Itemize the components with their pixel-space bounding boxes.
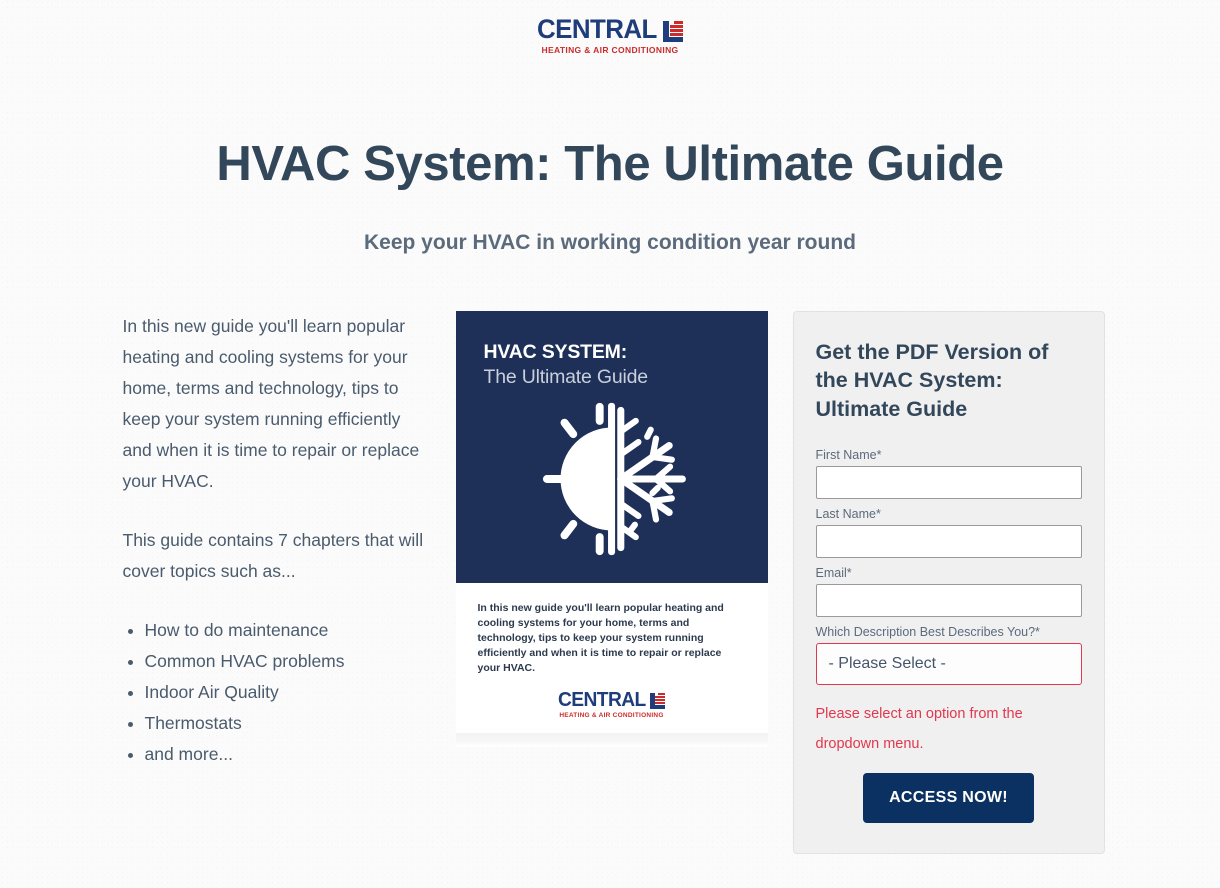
select-error-message: Please select an option from the dropdow…: [815, 706, 1023, 753]
description-field-group: Which Description Best Describes You?* -…: [815, 624, 1082, 686]
lead-capture-form: Get the PDF Version of the HVAC System: …: [792, 310, 1105, 855]
ebook-cover-image: HVAC SYSTEM: The Ultimate Guide In this …: [455, 310, 768, 748]
brand-tagline: HEATING & AIR CONDITIONING: [541, 45, 679, 55]
last-name-input[interactable]: [815, 525, 1082, 559]
page-title: HVAC System: The Ultimate Guide: [216, 136, 1004, 191]
list-item: Thermostats: [127, 708, 424, 739]
description-paragraph-2: This guide contains 7 chapters that will…: [122, 529, 424, 581]
list-item: How to do maintenance: [127, 615, 424, 646]
ebook-cover-bottom: In this new guide you'll learn popular h…: [455, 582, 768, 734]
last-name-label: Last Name*: [815, 507, 881, 522]
form-heading: Get the PDF Version of the HVAC System: …: [815, 339, 1049, 421]
central-logo-mark-icon: [650, 692, 666, 709]
ebook-title-line-2: The Ultimate Guide: [483, 366, 649, 389]
central-logo-mark-icon: [662, 21, 683, 42]
list-item: Common HVAC problems: [127, 646, 424, 677]
ebook-title-line-1: HVAC SYSTEM:: [483, 340, 628, 363]
brand-logo-top: CENTRAL: [537, 16, 683, 43]
submit-row: ACCESS NOW!: [816, 773, 1082, 824]
email-field-group: Email*: [815, 565, 1082, 618]
description-select[interactable]: - Please Select -: [815, 643, 1082, 686]
sun-snowflake-icon: [524, 391, 700, 572]
email-label: Email*: [815, 566, 852, 581]
topics-list: How to do maintenance Common HVAC proble…: [123, 615, 424, 770]
list-item: Indoor Air Quality: [127, 677, 424, 708]
last-name-field-group: Last Name*: [815, 506, 1082, 559]
first-name-field-group: First Name*: [815, 447, 1082, 500]
ebook-brand-tagline: HEATING & AIR CONDITIONING: [559, 711, 664, 719]
ebook-cover-shadow: [455, 733, 768, 748]
page-subtitle: Keep your HVAC in working condition year…: [364, 231, 856, 255]
email-input[interactable]: [815, 584, 1082, 618]
first-name-label: First Name*: [815, 448, 882, 463]
description-column: In this new guide you'll learn popular h…: [116, 311, 436, 770]
hero-section: HVAC System: The Ultimate Guide Keep you…: [0, 137, 1220, 257]
description-paragraph-1: In this new guide you'll learn popular h…: [122, 315, 420, 491]
form-column: Get the PDF Version of the HVAC System: …: [792, 310, 1105, 855]
ebook-blurb: In this new guide you'll learn popular h…: [477, 601, 724, 674]
ebook-cover-column: HVAC SYSTEM: The Ultimate Guide In this …: [455, 310, 768, 748]
ebook-cover-top: HVAC SYSTEM: The Ultimate Guide: [455, 310, 768, 583]
list-item: and more...: [127, 739, 424, 770]
brand-logo[interactable]: CENTRAL HEATING & AIR CONDITIONING: [537, 16, 683, 55]
ebook-brand-logo: CENTRAL HEATING & AIR CONDITIONING: [478, 690, 746, 720]
brand-wordmark: CENTRAL: [537, 14, 657, 44]
description-select-label: Which Description Best Describes You?*: [815, 625, 1040, 640]
main-content: In this new guide you'll learn popular h…: [0, 310, 1220, 855]
first-name-input[interactable]: [815, 466, 1082, 500]
access-now-button[interactable]: ACCESS NOW!: [863, 773, 1034, 824]
ebook-brand-wordmark: CENTRAL: [557, 688, 646, 711]
site-header: CENTRAL HEATING & AIR CONDITIONING: [0, 0, 1220, 55]
